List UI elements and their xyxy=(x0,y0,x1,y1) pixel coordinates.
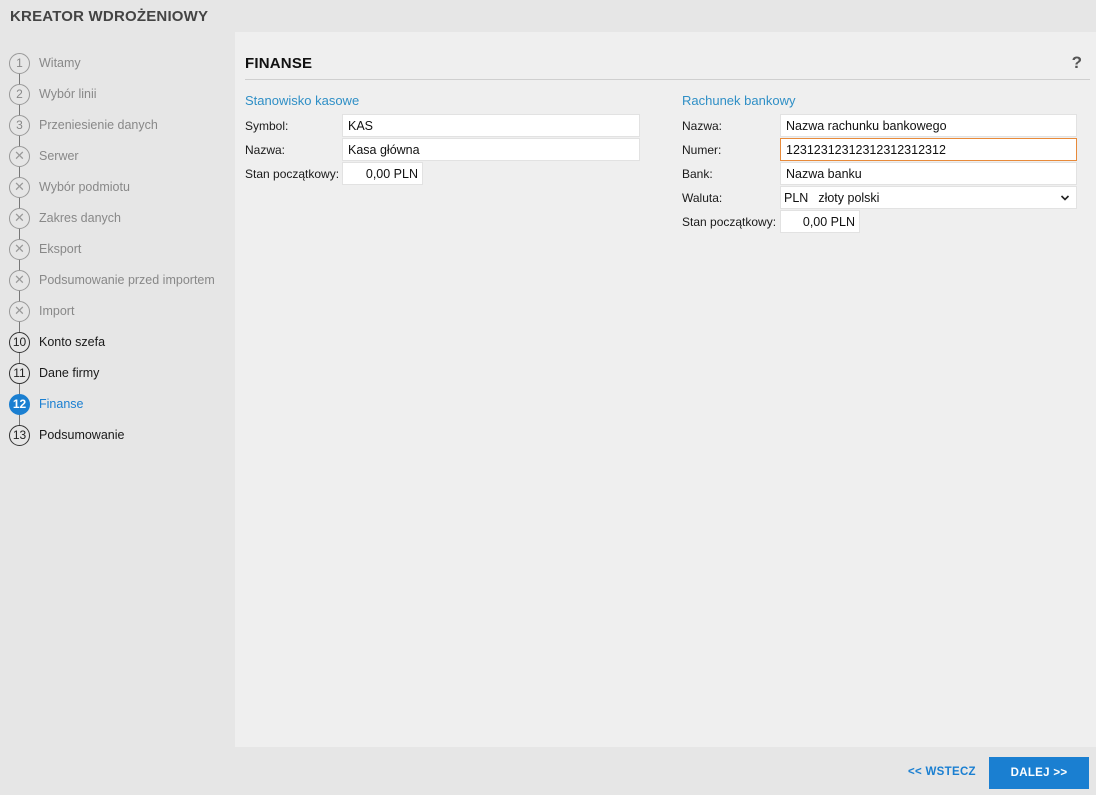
step-eksport[interactable]: ✕ Eksport xyxy=(9,238,81,260)
step-number: 12 xyxy=(9,393,30,415)
cash-name-label: Nazwa: xyxy=(245,143,286,157)
step-podsumowanie-przed-importem[interactable]: ✕ Podsumowanie przed importem xyxy=(9,269,215,291)
page-title: FINANSE xyxy=(245,55,313,72)
cash-symbol-input[interactable]: KAS xyxy=(342,114,640,137)
bank-bank-label: Bank: xyxy=(682,167,713,181)
step-dane-firmy[interactable]: 11 Dane firmy xyxy=(9,362,99,384)
help-icon[interactable]: ? xyxy=(1072,53,1082,73)
bank-balance-input[interactable]: 0,00 PLN xyxy=(780,210,860,233)
cash-symbol-label: Symbol: xyxy=(245,119,289,133)
bank-account-number-input[interactable]: 12312312312312312312312 xyxy=(780,138,1077,161)
step-przeniesienie-danych[interactable]: 3 Przeniesienie danych xyxy=(9,114,158,136)
bank-balance-label: Stan początkowy: xyxy=(682,215,777,229)
step-number: 2 xyxy=(9,83,30,105)
cash-section-title: Stanowisko kasowe xyxy=(245,93,360,108)
skipped-x-icon: ✕ xyxy=(9,145,30,167)
bank-account-name-input[interactable]: Nazwa rachunku bankowego xyxy=(780,114,1077,137)
step-label: Eksport xyxy=(39,242,82,256)
step-finanse[interactable]: 12 Finanse xyxy=(9,393,83,415)
wizard-steps: 1 Witamy 2 Wybór linii 3 Przeniesienie d… xyxy=(0,48,234,468)
step-zakres-danych[interactable]: ✕ Zakres danych xyxy=(9,207,121,229)
step-podsumowanie[interactable]: 13 Podsumowanie xyxy=(9,424,124,446)
currency-code: PLN xyxy=(784,190,809,205)
step-wybor-podmiotu[interactable]: ✕ Wybór podmiotu xyxy=(9,176,130,198)
step-label: Konto szefa xyxy=(39,335,106,349)
step-number: 3 xyxy=(9,114,30,136)
step-number: 11 xyxy=(9,362,30,384)
skipped-x-icon: ✕ xyxy=(9,238,30,260)
bank-name-label: Nazwa: xyxy=(682,119,723,133)
step-wybor-linii[interactable]: 2 Wybór linii xyxy=(9,83,97,105)
bank-name-input[interactable]: Nazwa banku xyxy=(780,162,1077,185)
currency-select[interactable]: PLN złoty polski xyxy=(780,186,1077,209)
step-witamy[interactable]: 1 Witamy xyxy=(9,52,81,74)
main-panel: FINANSE ? Stanowisko kasowe Symbol: KAS … xyxy=(235,32,1096,747)
cash-balance-label: Stan początkowy: xyxy=(245,167,340,181)
chevron-down-icon xyxy=(1060,194,1070,201)
skipped-x-icon: ✕ xyxy=(9,269,30,291)
step-label: Dane firmy xyxy=(39,366,100,380)
step-label: Przeniesienie danych xyxy=(39,118,158,132)
bank-section-title: Rachunek bankowy xyxy=(682,93,796,108)
step-number: 13 xyxy=(9,424,30,446)
back-button[interactable]: << WSTECZ xyxy=(908,766,976,778)
step-label: Podsumowanie xyxy=(39,428,125,442)
step-label: Podsumowanie przed importem xyxy=(39,273,215,287)
step-label: Wybór linii xyxy=(39,87,97,101)
currency-name: złoty polski xyxy=(818,190,880,205)
step-label: Wybór podmiotu xyxy=(39,180,130,194)
step-import[interactable]: ✕ Import xyxy=(9,300,74,322)
title-divider xyxy=(245,79,1090,80)
cash-name-input[interactable]: Kasa główna xyxy=(342,138,640,161)
skipped-x-icon: ✕ xyxy=(9,207,30,229)
step-label: Witamy xyxy=(39,56,81,70)
step-label: Import xyxy=(39,304,75,318)
step-number: 1 xyxy=(9,52,30,74)
app-title: KREATOR WDROŻENIOWY xyxy=(10,8,209,25)
step-number: 10 xyxy=(9,331,30,353)
next-button[interactable]: DALEJ >> xyxy=(989,757,1089,789)
skipped-x-icon: ✕ xyxy=(9,176,30,198)
step-label: Serwer xyxy=(39,149,79,163)
cash-balance-input[interactable]: 0,00 PLN xyxy=(342,162,423,185)
bank-number-label: Numer: xyxy=(682,143,722,157)
skipped-x-icon: ✕ xyxy=(9,300,30,322)
step-label: Zakres danych xyxy=(39,211,121,225)
bank-currency-label: Waluta: xyxy=(682,191,723,205)
step-konto-szefa[interactable]: 10 Konto szefa xyxy=(9,331,105,353)
step-label: Finanse xyxy=(39,397,84,411)
step-serwer[interactable]: ✕ Serwer xyxy=(9,145,79,167)
